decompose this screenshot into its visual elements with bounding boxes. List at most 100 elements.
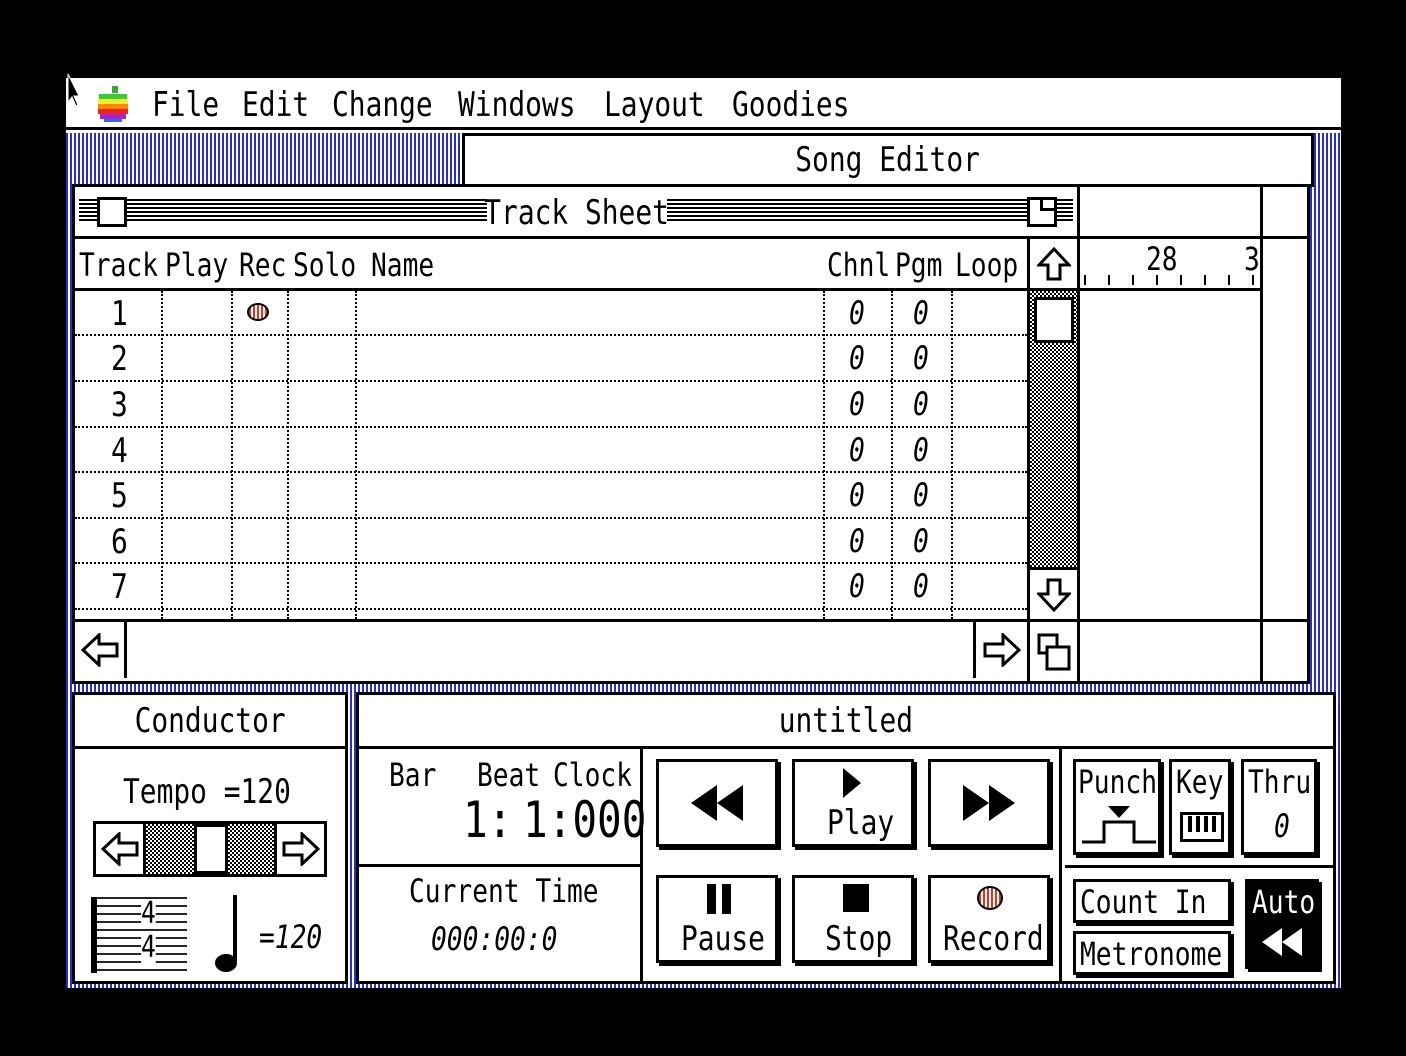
play-button[interactable]: Play bbox=[792, 759, 914, 847]
track-number: 4 bbox=[111, 431, 128, 471]
tempo-slider-thumb[interactable] bbox=[194, 824, 228, 874]
scroll-right-arrow-icon[interactable] bbox=[973, 622, 1027, 678]
metronome-button[interactable]: Metronome bbox=[1073, 931, 1231, 975]
keyboard-icon bbox=[1180, 812, 1224, 842]
table-row[interactable]: 4 0 0 bbox=[75, 428, 1027, 473]
beat-clock-value: 1:000 bbox=[523, 791, 647, 849]
track-number: 1 bbox=[111, 294, 128, 334]
col-loop: Loop bbox=[955, 246, 1019, 284]
key-label: Key bbox=[1176, 763, 1224, 801]
pgm-value[interactable]: 0 bbox=[913, 434, 929, 466]
punch-button[interactable]: Punch bbox=[1073, 759, 1161, 855]
pgm-value[interactable]: 0 bbox=[913, 297, 929, 329]
chnl-value[interactable]: 0 bbox=[849, 525, 865, 557]
zoom-box-icon[interactable] bbox=[1027, 197, 1057, 227]
current-time-value: 000:00:0 bbox=[431, 920, 558, 958]
chnl-value[interactable]: 0 bbox=[849, 434, 865, 466]
table-row[interactable]: 6 0 0 bbox=[75, 519, 1027, 564]
pgm-value[interactable]: 0 bbox=[913, 388, 929, 420]
tempo-increase-icon[interactable] bbox=[274, 824, 324, 874]
table-row[interactable]: 7 0 0 bbox=[75, 564, 1027, 610]
song-editor-title-bar[interactable]: Song Editor bbox=[462, 133, 1314, 187]
record-label: Record bbox=[943, 919, 1044, 959]
song-pane-divider bbox=[1260, 187, 1263, 681]
auto-rewind-button[interactable]: Auto bbox=[1245, 879, 1319, 969]
song-pane: 28 3 bbox=[1077, 187, 1310, 681]
key-button[interactable]: Key bbox=[1169, 759, 1231, 855]
chnl-value[interactable]: 0 bbox=[849, 388, 865, 420]
scroll-thumb[interactable] bbox=[1034, 297, 1074, 343]
scroll-down-arrow-icon[interactable] bbox=[1030, 567, 1077, 619]
rewind-icon bbox=[691, 785, 743, 821]
col-track: Track bbox=[79, 246, 158, 284]
track-sheet-header: Track Play Rec Solo Name Chnl Pgm Loop bbox=[75, 239, 1027, 291]
thru-button[interactable]: Thru 0 bbox=[1241, 759, 1317, 855]
position-counter: Bar Beat Clock 1: 1:000 bbox=[359, 749, 647, 867]
count-in-button[interactable]: Count In bbox=[1073, 879, 1231, 923]
bar-label: Bar bbox=[389, 756, 437, 794]
track-number: 6 bbox=[111, 522, 128, 562]
auto-label: Auto bbox=[1252, 883, 1316, 921]
pause-button[interactable]: Pause bbox=[656, 875, 778, 963]
rewind-button[interactable] bbox=[656, 759, 778, 847]
resize-box-icon[interactable] bbox=[1027, 619, 1077, 681]
bar-value: 1: bbox=[463, 791, 513, 849]
pause-label: Pause bbox=[681, 919, 765, 959]
song-editor-title: Song Editor bbox=[795, 140, 981, 180]
menu-windows[interactable]: Windows bbox=[458, 88, 576, 122]
scroll-left-arrow-icon[interactable] bbox=[75, 622, 127, 678]
transport-title-bar[interactable]: untitled bbox=[359, 695, 1333, 749]
beat-label: Beat bbox=[477, 756, 541, 794]
time-signature-top: 4 bbox=[141, 896, 156, 931]
close-box-icon[interactable] bbox=[97, 197, 127, 227]
count-in-label: Count In bbox=[1080, 883, 1207, 921]
note-tempo-value: =120 bbox=[259, 918, 323, 956]
track-number: 3 bbox=[111, 385, 128, 425]
menu-edit[interactable]: Edit bbox=[242, 88, 309, 122]
menu-goodies[interactable]: Goodies bbox=[732, 88, 850, 122]
track-rows: 1 0 0 2 0 0 3 0 0 4 0 0 5 0 0 6 0 0 7 0 … bbox=[75, 291, 1027, 619]
horizontal-scrollbar[interactable] bbox=[75, 619, 1027, 681]
menu-layout[interactable]: Layout bbox=[604, 88, 705, 122]
table-row[interactable]: 3 0 0 bbox=[75, 382, 1027, 428]
table-row[interactable]: 2 0 0 bbox=[75, 336, 1027, 382]
chnl-value[interactable]: 0 bbox=[849, 570, 865, 602]
fast-forward-button[interactable] bbox=[928, 759, 1050, 847]
chnl-value[interactable]: 0 bbox=[849, 479, 865, 511]
transport-buttons: Play Pause Stop Record bbox=[646, 749, 1062, 981]
record-enabled-icon[interactable] bbox=[247, 303, 269, 321]
track-sheet-window: Track Sheet Track Play Rec Solo Name Chn… bbox=[72, 184, 1310, 684]
mouse-pointer-icon bbox=[66, 72, 80, 116]
chnl-value[interactable]: 0 bbox=[849, 297, 865, 329]
table-row[interactable]: 1 0 0 bbox=[75, 291, 1027, 336]
col-solo: Solo bbox=[293, 246, 357, 284]
transport-options: Punch Key Thru 0 Count In Metronome Auto bbox=[1065, 749, 1333, 981]
track-sheet-title-wrap: Track Sheet bbox=[485, 193, 669, 233]
record-icon bbox=[977, 886, 1003, 910]
conductor-title-bar[interactable]: Conductor bbox=[75, 695, 345, 749]
pgm-value[interactable]: 0 bbox=[913, 479, 929, 511]
clock-label: Clock bbox=[553, 756, 632, 794]
pgm-value[interactable]: 0 bbox=[913, 525, 929, 557]
track-sheet-title-bar[interactable]: Track Sheet bbox=[75, 187, 1077, 239]
options-divider bbox=[1065, 865, 1333, 868]
current-time-display: Current Time 000:00:0 bbox=[359, 867, 643, 981]
ruler-bar-3: 3 bbox=[1244, 240, 1260, 278]
chnl-value[interactable]: 0 bbox=[849, 342, 865, 374]
pause-icon bbox=[707, 884, 731, 914]
thru-label: Thru bbox=[1248, 763, 1312, 801]
table-row[interactable]: 5 0 0 bbox=[75, 473, 1027, 519]
pgm-value[interactable]: 0 bbox=[913, 342, 929, 374]
vertical-scrollbar[interactable] bbox=[1027, 239, 1077, 619]
record-button[interactable]: Record bbox=[928, 875, 1050, 963]
ruler-bar-28: 28 bbox=[1146, 240, 1178, 278]
menu-change[interactable]: Change bbox=[332, 88, 433, 122]
menu-file[interactable]: File bbox=[152, 88, 219, 122]
scroll-up-arrow-icon[interactable] bbox=[1030, 239, 1077, 291]
tempo-decrease-icon[interactable] bbox=[96, 824, 146, 874]
stop-button[interactable]: Stop bbox=[792, 875, 914, 963]
apple-menu-icon[interactable] bbox=[96, 86, 130, 122]
tempo-slider[interactable] bbox=[93, 821, 327, 877]
staff-icon: 4 4 bbox=[91, 897, 187, 973]
pgm-value[interactable]: 0 bbox=[913, 570, 929, 602]
